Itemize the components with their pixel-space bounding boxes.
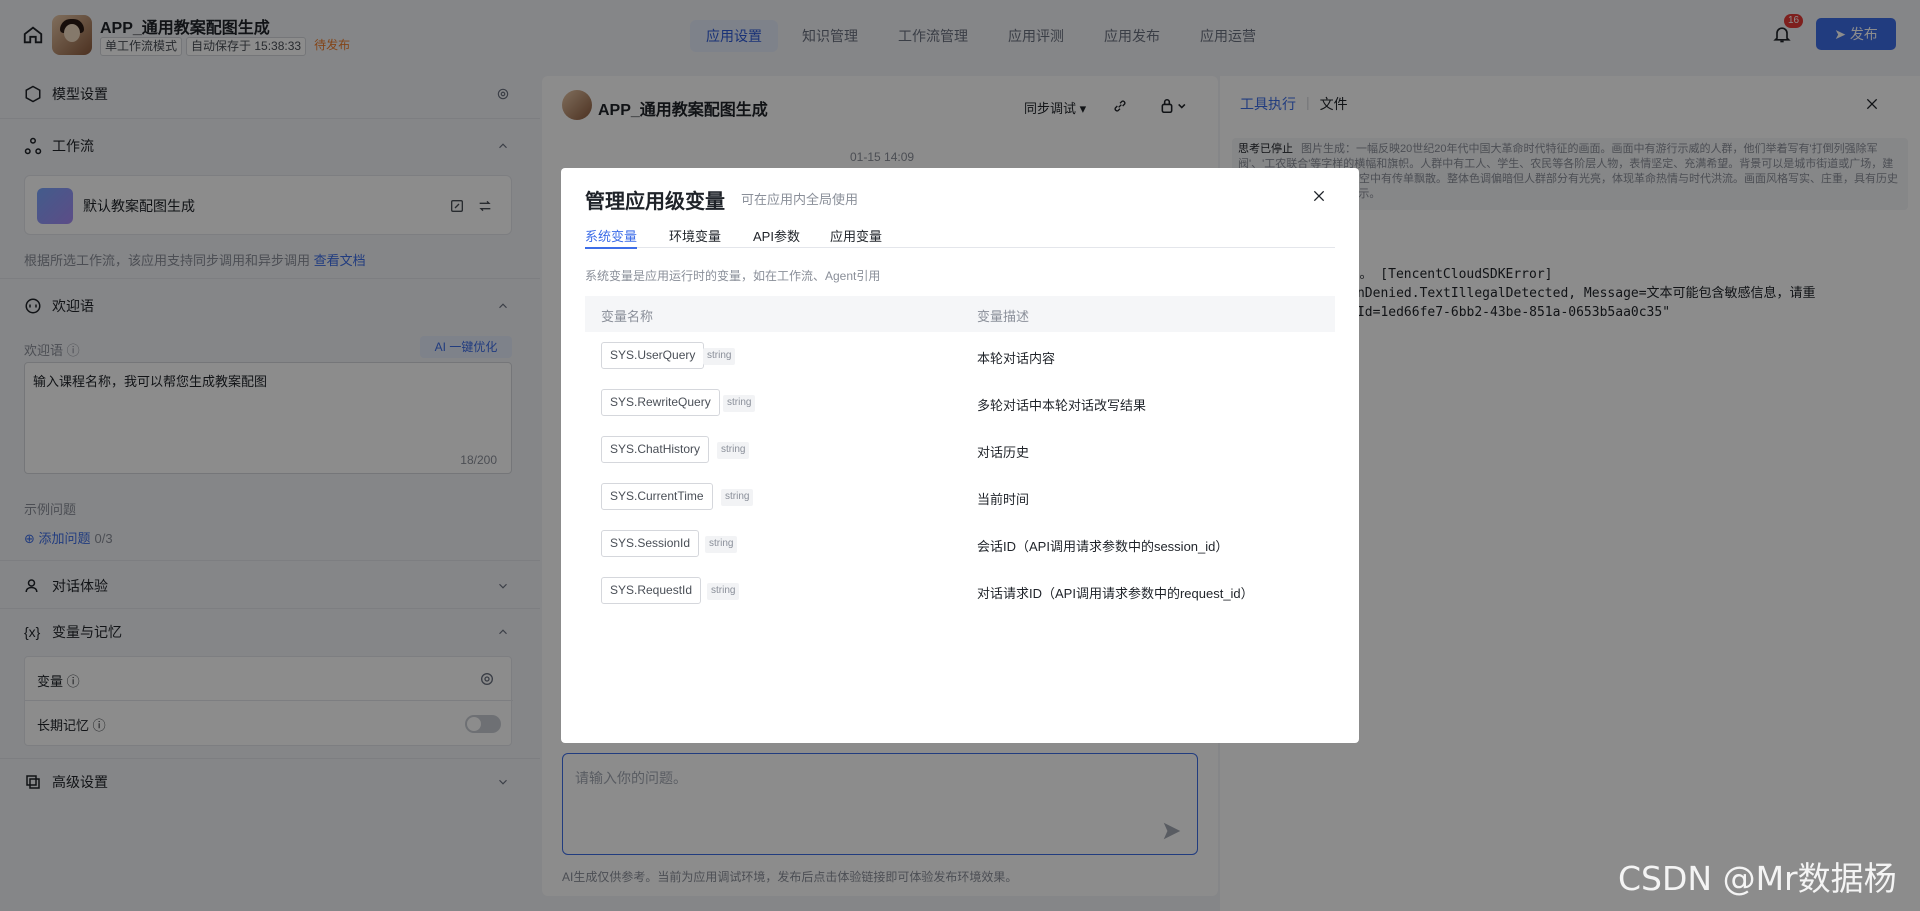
var-desc: 当前时间 (977, 492, 1030, 507)
col-desc: 变量描述 (977, 309, 1030, 324)
table-row: SYS.ChatHistory string 对话历史 (585, 426, 1335, 473)
manage-variables-modal: 管理应用级变量 可在应用内全局使用 系统变量 环境变量 API参数 应用变量 系… (561, 168, 1359, 743)
col-name: 变量名称 (601, 309, 654, 324)
var-desc: 本轮对话内容 (977, 351, 1056, 366)
table-row: SYS.RewriteQuery string 多轮对话中本轮对话改写结果 (585, 379, 1335, 426)
var-type: string (707, 583, 740, 600)
var-desc: 会话ID（API调用请求参数中的session_id） (977, 539, 1229, 554)
modal-description: 系统变量是应用运行时的变量，如在工作流、Agent引用 (585, 269, 881, 283)
modal-tabs: 系统变量 环境变量 API参数 应用变量 (585, 226, 1335, 249)
var-name: SYS.UserQuery (601, 342, 705, 369)
var-name: SYS.ChatHistory (601, 436, 710, 463)
var-desc: 对话请求ID（API调用请求参数中的request_id） (977, 586, 1254, 601)
tab-app-variables[interactable]: 应用变量 (830, 226, 882, 248)
close-icon[interactable] (1311, 188, 1327, 204)
table-row: SYS.SessionId string 会话ID（API调用请求参数中的ses… (585, 520, 1335, 567)
tab-api-params[interactable]: API参数 (753, 226, 800, 248)
tab-env-variables[interactable]: 环境变量 (669, 226, 721, 248)
var-name: SYS.RequestId (601, 577, 702, 604)
tab-system-variables[interactable]: 系统变量 (585, 226, 638, 249)
var-desc: 对话历史 (977, 445, 1030, 460)
watermark: CSDN @Mr数据杨 (1618, 859, 1897, 898)
var-type: string (705, 536, 738, 553)
var-type: string (723, 395, 756, 412)
table-row: SYS.UserQuery string 本轮对话内容 (585, 332, 1335, 379)
var-name: SYS.RewriteQuery (601, 389, 720, 416)
var-type: string (717, 442, 750, 459)
var-name: SYS.SessionId (601, 530, 700, 557)
table-row: SYS.RequestId string 对话请求ID（API调用请求参数中的r… (585, 567, 1335, 614)
var-name: SYS.CurrentTime (601, 483, 713, 510)
table-row: SYS.CurrentTime string 当前时间 (585, 473, 1335, 520)
modal-title: 管理应用级变量 (585, 191, 725, 213)
table-header: 变量名称 变量描述 (585, 296, 1335, 332)
var-desc: 多轮对话中本轮对话改写结果 (977, 398, 1147, 413)
var-type: string (703, 348, 736, 365)
var-type: string (721, 489, 754, 506)
modal-subtitle: 可在应用内全局使用 (741, 192, 859, 207)
